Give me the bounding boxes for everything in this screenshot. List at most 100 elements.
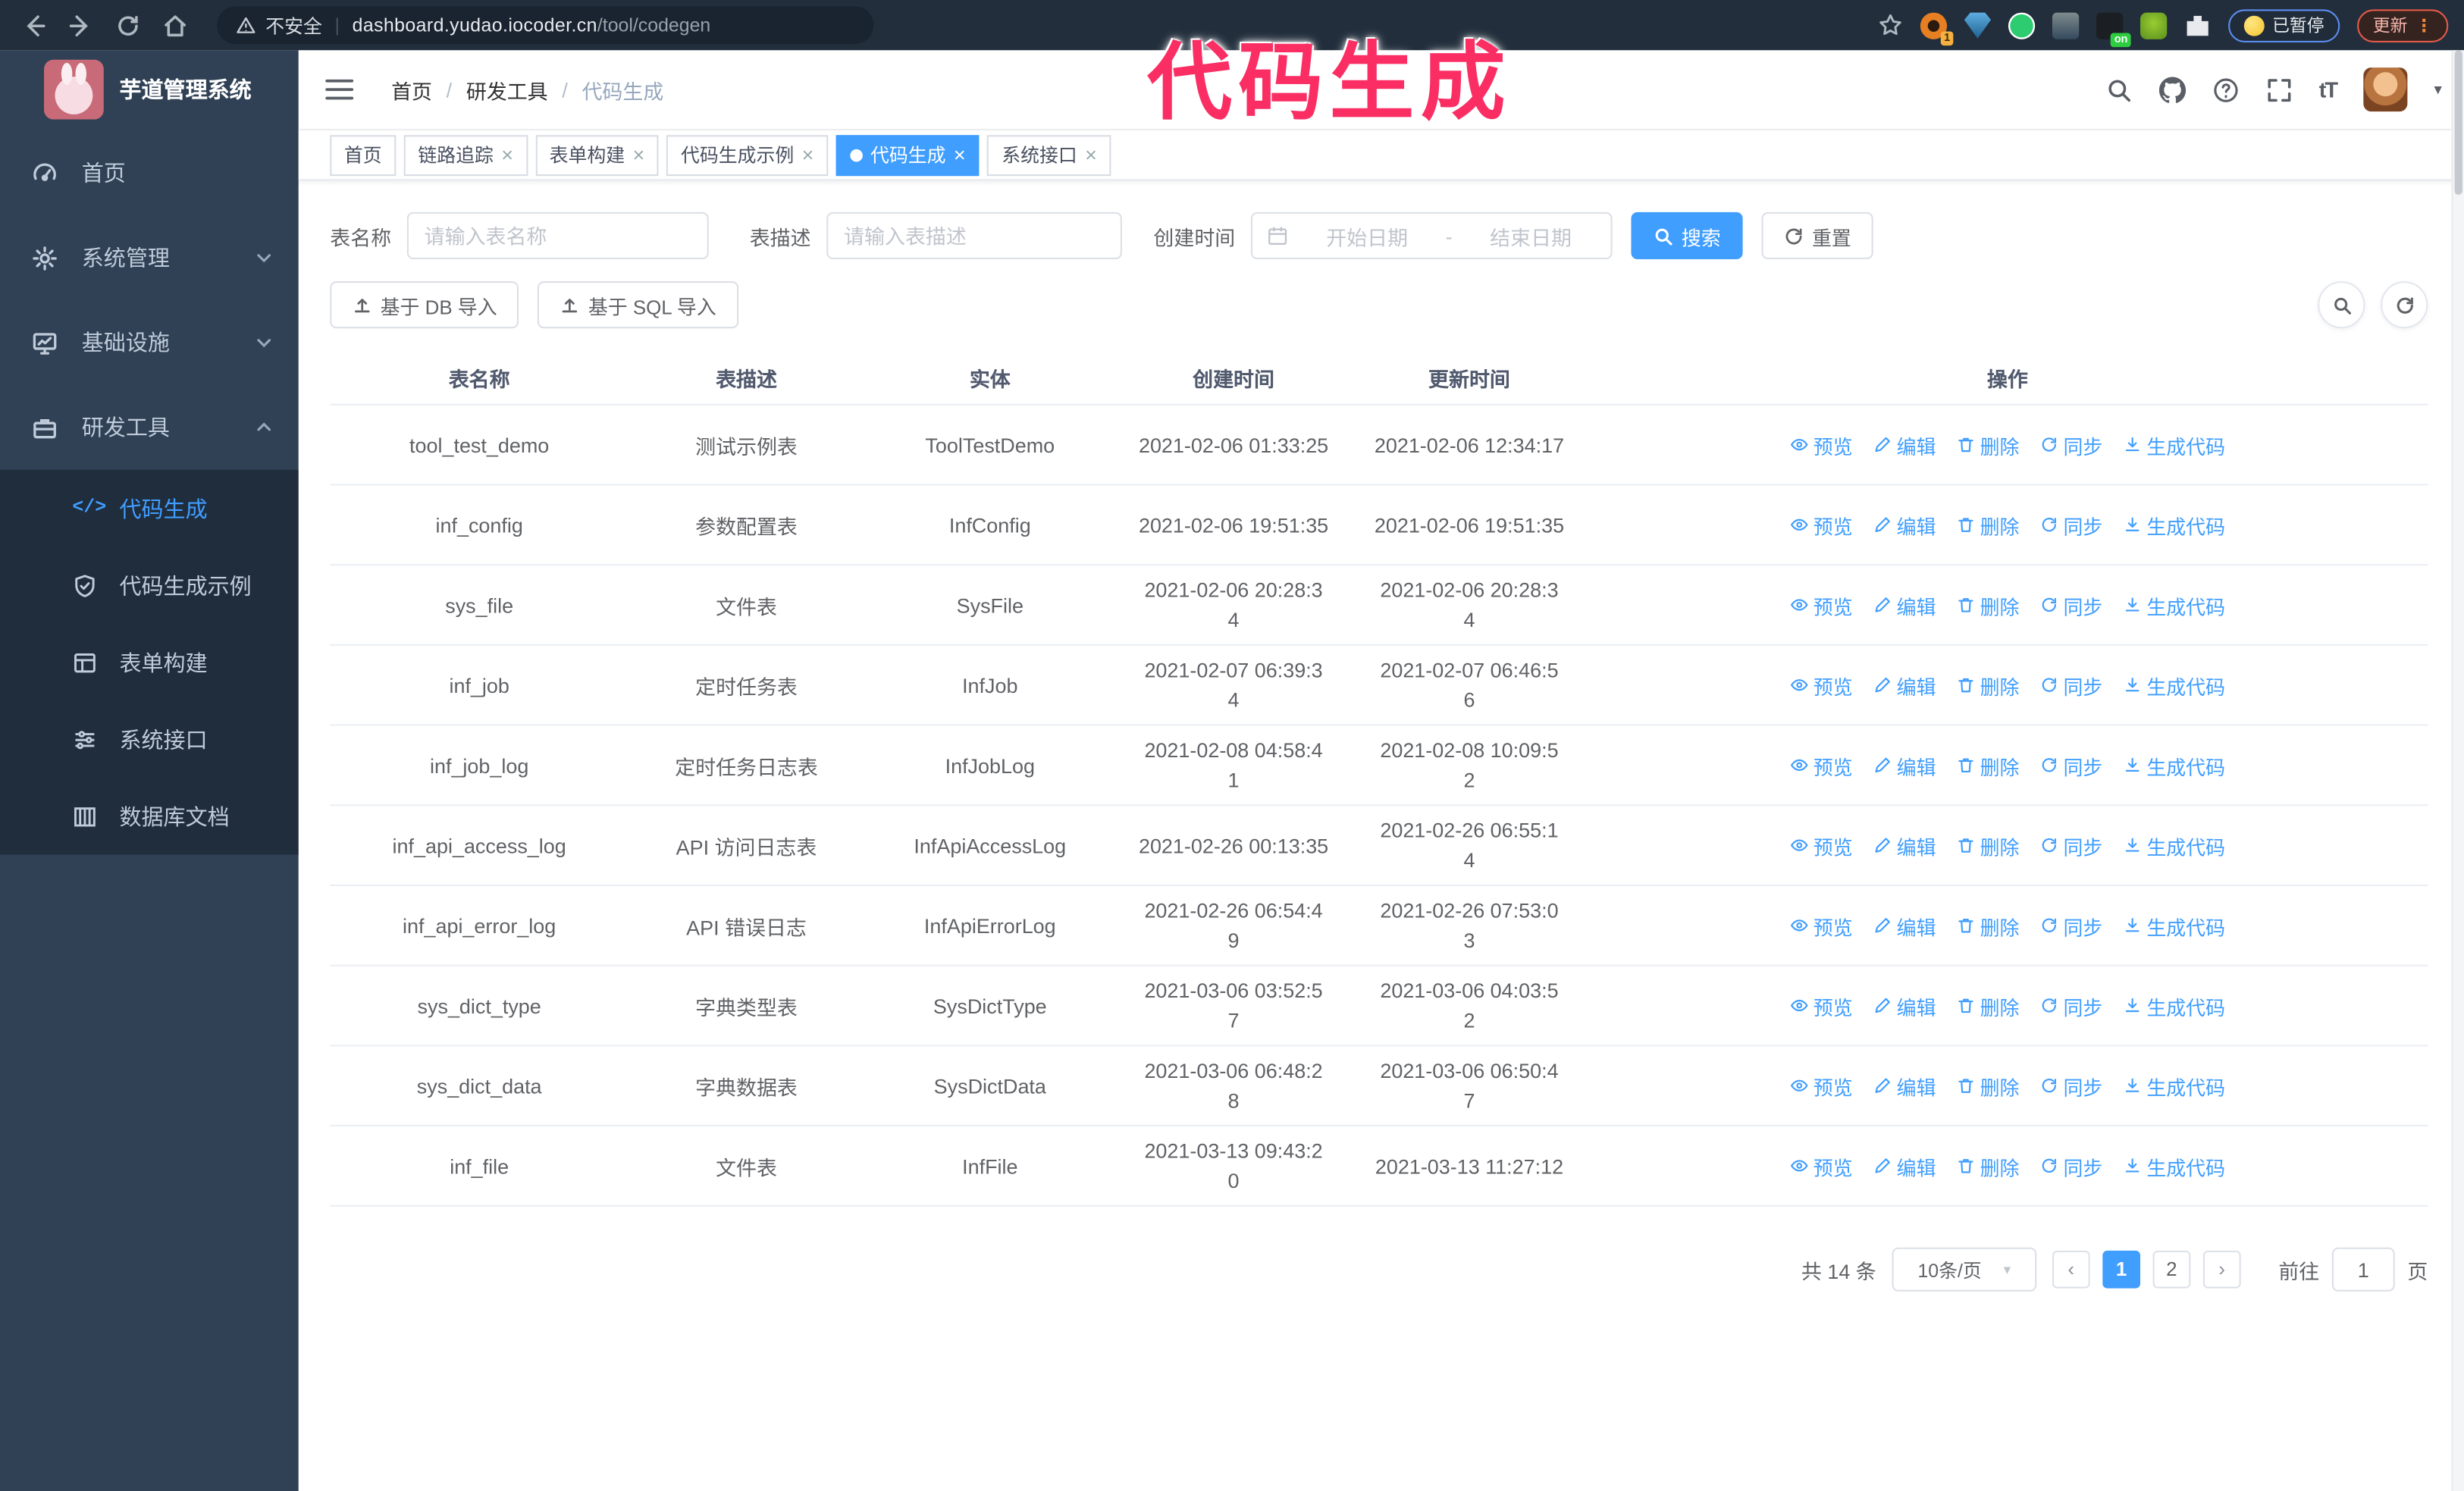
preview-link[interactable]: 预览 [1790,991,1853,1020]
extension-puzzle-icon[interactable] [2187,15,2209,36]
edit-link[interactable]: 编辑 [1873,430,1936,459]
sync-link[interactable]: 同步 [2039,830,2102,860]
tab-3[interactable]: 代码生成示例 × [666,134,828,176]
generate-code-link[interactable]: 生成代码 [2123,910,2225,940]
preview-link[interactable]: 预览 [1790,1071,1853,1101]
preview-link[interactable]: 预览 [1790,430,1853,459]
help-icon[interactable] [2212,77,2239,103]
delete-link[interactable]: 删除 [1956,590,2019,619]
delete-link[interactable]: 删除 [1956,910,2019,940]
tab-close-icon[interactable]: × [1085,145,1097,165]
sidebar-item-system[interactable]: 系统管理 [0,215,299,300]
sync-link[interactable]: 同步 [2039,430,2102,459]
browser-update-button[interactable]: 更新 ⋮ [2357,8,2449,42]
generate-code-link[interactable]: 生成代码 [2123,830,2225,860]
forward-icon[interactable] [67,12,94,39]
reload-icon[interactable] [114,12,141,39]
sidebar-item-infra[interactable]: 基础设施 [0,300,299,385]
date-end-placeholder[interactable]: 结束日期 [1465,221,1597,250]
hamburger-icon[interactable] [325,77,354,102]
home-icon[interactable] [161,12,188,39]
prev-page-button[interactable]: ‹ [2052,1250,2090,1289]
generate-code-link[interactable]: 生成代码 [2123,1151,2225,1180]
sync-link[interactable]: 同步 [2039,670,2102,700]
preview-link[interactable]: 预览 [1790,910,1853,940]
scrollbar-thumb[interactable] [2454,50,2462,196]
sidebar-item-form-builder[interactable]: 表单构建 [0,624,299,701]
sidebar-item-codegen[interactable]: </> 代码生成 [0,470,299,547]
tab-2[interactable]: 表单构建 × [535,134,659,176]
edit-link[interactable]: 编辑 [1873,510,1936,540]
security-label[interactable]: 不安全 [265,12,322,39]
sidebar-item-home[interactable]: 首页 [0,130,299,215]
table-desc-input[interactable] [826,211,1122,259]
preview-link[interactable]: 预览 [1790,670,1853,700]
page-size-select[interactable]: 10条/页 ▾ [1892,1247,2037,1292]
extension-icon-green-bot[interactable] [2140,11,2168,39]
address-bar[interactable]: 不安全 | dashboard.yudao.iocoder.cn/tool/co… [217,6,874,45]
tab-1[interactable]: 链路追踪 × [403,134,528,176]
sync-link[interactable]: 同步 [2039,1071,2102,1101]
sync-link[interactable]: 同步 [2039,510,2102,540]
generate-code-link[interactable]: 生成代码 [2123,670,2225,700]
page-scrollbar[interactable] [2451,50,2464,1491]
search-icon[interactable] [2105,77,2132,103]
generate-code-link[interactable]: 生成代码 [2123,590,2225,619]
delete-link[interactable]: 删除 [1956,510,2019,540]
tab-close-icon[interactable]: × [633,145,645,165]
tab-0[interactable]: 首页 [330,134,397,176]
preview-link[interactable]: 预览 [1790,1151,1853,1180]
delete-link[interactable]: 删除 [1956,991,2019,1020]
goto-page-input[interactable] [2331,1247,2395,1292]
sync-link[interactable]: 同步 [2039,991,2102,1020]
edit-link[interactable]: 编辑 [1873,590,1936,619]
generate-code-link[interactable]: 生成代码 [2123,750,2225,780]
breadcrumb-home[interactable]: 首页 [391,74,432,104]
edit-link[interactable]: 编辑 [1873,1151,1936,1180]
page-button-1[interactable]: 1 [2102,1250,2140,1289]
back-icon[interactable] [20,12,47,39]
sync-link[interactable]: 同步 [2039,750,2102,780]
avatar-caret-icon[interactable]: ▾ [2434,81,2442,99]
github-icon[interactable] [2158,76,2186,103]
sidebar-item-codegen-demo[interactable]: 代码生成示例 [0,547,299,624]
import-db-button[interactable]: 基于 DB 导入 [330,281,519,329]
date-range-picker[interactable]: 开始日期 - 结束日期 [1250,211,1613,259]
fullscreen-icon[interactable] [2265,77,2292,103]
tab-5[interactable]: 系统接口 × [987,134,1111,176]
extension-icon-dark[interactable]: on [2096,11,2131,47]
avatar[interactable] [2363,67,2408,112]
reset-button[interactable]: 重置 [1761,211,1873,259]
page-button-2[interactable]: 2 [2152,1250,2191,1289]
extension-icon-grid[interactable] [2052,11,2080,39]
preview-link[interactable]: 预览 [1790,590,1853,619]
toggle-search-button[interactable] [2318,281,2365,329]
next-page-button[interactable]: › [2202,1250,2241,1289]
edit-link[interactable]: 编辑 [1873,991,1936,1020]
sidebar-item-devtools[interactable]: 研发工具 [0,385,299,470]
edit-link[interactable]: 编辑 [1873,910,1936,940]
app-logo-row[interactable]: 芋道管理系统 [0,50,299,129]
generate-code-link[interactable]: 生成代码 [2123,1071,2225,1101]
edit-link[interactable]: 编辑 [1873,830,1936,860]
table-name-input[interactable] [406,211,709,259]
generate-code-link[interactable]: 生成代码 [2123,510,2225,540]
extension-icon-gem[interactable] [1964,11,1992,39]
preview-link[interactable]: 预览 [1790,750,1853,780]
sync-link[interactable]: 同步 [2039,910,2102,940]
generate-code-link[interactable]: 生成代码 [2123,430,2225,459]
tab-close-icon[interactable]: × [802,145,814,165]
import-sql-button[interactable]: 基于 SQL 导入 [538,281,738,329]
extension-icon-check[interactable] [2008,11,2036,39]
delete-link[interactable]: 删除 [1956,1071,2019,1101]
tab-close-icon[interactable]: × [501,145,513,165]
tab-4[interactable]: 代码生成 × [835,134,980,176]
bookmark-star-icon[interactable] [1878,13,1903,38]
refresh-table-button[interactable] [2381,281,2428,329]
delete-link[interactable]: 删除 [1956,750,2019,780]
browser-menu-icon[interactable]: ⋮ [2415,15,2433,36]
edit-link[interactable]: 编辑 [1873,1071,1936,1101]
font-size-icon[interactable]: tT [2319,77,2338,102]
preview-link[interactable]: 预览 [1790,830,1853,860]
tab-close-icon[interactable]: × [954,145,966,165]
